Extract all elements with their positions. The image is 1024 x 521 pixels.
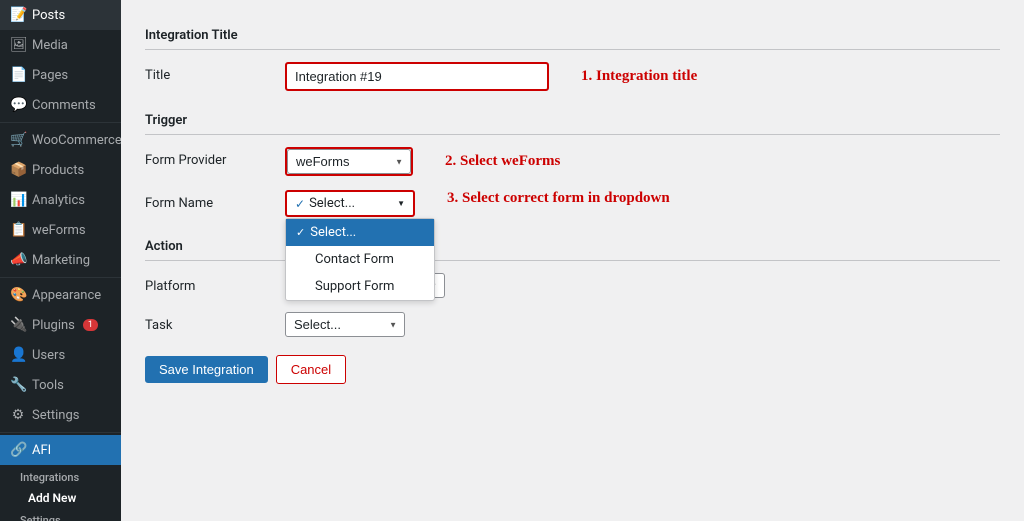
annotation-2: 2. Select weForms — [445, 153, 560, 170]
dropdown-item-support-form[interactable]: Support Form — [286, 273, 434, 300]
sidebar-item-label: Users — [32, 348, 65, 363]
sidebar-item-plugins[interactable]: 🔌 Plugins 1 — [0, 310, 121, 340]
form-name-row: Form Name ✓ Select... ▼ ✓ Select... Cont… — [145, 190, 1000, 217]
integration-title-section: Integration Title — [145, 20, 1000, 49]
analytics-icon: 📊 — [10, 192, 26, 208]
form-buttons: Save Integration Cancel — [145, 355, 1000, 384]
sidebar-item-label: Analytics — [32, 193, 85, 208]
trigger-section: Trigger — [145, 105, 1000, 134]
form-provider-control: weForms Gravity Forms Contact Form 7 2. … — [285, 147, 1000, 176]
woocommerce-icon: 🛒 — [10, 132, 26, 148]
title-row: Title 1. Integration title — [145, 62, 1000, 91]
pages-icon: 📄 — [10, 67, 26, 83]
sidebar-item-settings[interactable]: ⚙ Settings — [0, 400, 121, 430]
title-input-wrap — [285, 62, 549, 91]
sidebar-item-products[interactable]: 📦 Products — [0, 155, 121, 185]
main-content: Integration Title Title 1. Integration t… — [121, 0, 1024, 521]
submenu-section-label: Integrations — [10, 465, 121, 486]
title-label: Title — [145, 62, 285, 83]
sidebar-item-label: Products — [32, 163, 84, 178]
sidebar-item-label: Tools — [32, 378, 64, 393]
sidebar-item-label: Settings — [32, 408, 79, 423]
marketing-icon: 📣 — [10, 252, 26, 268]
add-new-label: Add New — [28, 491, 76, 505]
sidebar-item-label: Pages — [32, 68, 68, 83]
form-name-dropdown-wrap: ✓ Select... ▼ ✓ Select... Contact Form — [285, 190, 415, 217]
weforms-icon: 📋 — [10, 222, 26, 238]
dropdown-item-label: Select... — [310, 225, 356, 240]
annotation-1: 1. Integration title — [581, 68, 697, 85]
sidebar-item-label: AFI — [32, 443, 51, 458]
chevron-down-icon: ▼ — [397, 199, 405, 208]
tools-icon: 🔧 — [10, 377, 26, 393]
sidebar-item-weforms[interactable]: 📋 weForms — [0, 215, 121, 245]
sidebar-item-label: Plugins — [32, 318, 75, 333]
media-icon: 🖼 — [10, 37, 26, 53]
dropdown-item-label: Support Form — [315, 279, 394, 294]
form-name-control: ✓ Select... ▼ ✓ Select... Contact Form — [285, 190, 1000, 217]
products-icon: 📦 — [10, 162, 26, 178]
sidebar-item-pages[interactable]: 📄 Pages — [0, 60, 121, 90]
form-provider-row: Form Provider weForms Gravity Forms Cont… — [145, 147, 1000, 176]
platform-row: Platform Select... Mailchimp ActiveCampa… — [145, 273, 1000, 298]
sidebar-item-afi[interactable]: 🔗 AFI — [0, 435, 121, 465]
sidebar-item-label: Marketing — [32, 253, 90, 268]
posts-icon: 📝 — [10, 7, 26, 23]
task-label: Task — [145, 312, 285, 333]
sidebar-item-label: WooCommerce — [32, 133, 121, 148]
sidebar: 📝 Posts 🖼 Media 📄 Pages 💬 Comments 🛒 Woo… — [0, 0, 121, 521]
sidebar-item-analytics[interactable]: 📊 Analytics — [0, 185, 121, 215]
sidebar-item-label: Posts — [32, 8, 65, 23]
form-name-value: Select... — [309, 196, 355, 211]
sidebar-item-users[interactable]: 👤 Users — [0, 340, 121, 370]
dropdown-item-label: Contact Form — [315, 252, 394, 267]
form-provider-select-wrap: weForms Gravity Forms Contact Form 7 — [285, 147, 413, 176]
form-name-dropdown-list: ✓ Select... Contact Form Support Form — [285, 218, 435, 301]
sidebar-item-posts[interactable]: 📝 Posts — [0, 0, 121, 30]
form-name-button[interactable]: ✓ Select... ▼ — [285, 190, 415, 217]
sidebar-item-woocommerce[interactable]: 🛒 WooCommerce — [0, 125, 121, 155]
title-control-wrap: 1. Integration title — [285, 62, 1000, 91]
cancel-button[interactable]: Cancel — [276, 355, 346, 384]
sidebar-submenu: Integrations Add New Settings ↳ Contact … — [0, 465, 121, 521]
afi-icon: 🔗 — [10, 442, 26, 458]
sidebar-item-media[interactable]: 🖼 Media — [0, 30, 121, 60]
dropdown-item-select[interactable]: ✓ Select... — [286, 219, 434, 246]
form-name-checkmark: ✓ — [295, 197, 305, 211]
sidebar-item-tools[interactable]: 🔧 Tools — [0, 370, 121, 400]
sidebar-item-appearance[interactable]: 🎨 Appearance — [0, 280, 121, 310]
sidebar-submenu-add-new[interactable]: Add New — [10, 486, 121, 510]
plugins-badge: 1 — [83, 319, 98, 331]
task-select[interactable]: Select... Subscribe Unsubscribe — [285, 312, 405, 337]
appearance-icon: 🎨 — [10, 287, 26, 303]
task-row: Task Select... Subscribe Unsubscribe — [145, 312, 1000, 337]
dropdown-item-contact-form[interactable]: Contact Form — [286, 246, 434, 273]
sidebar-item-comments[interactable]: 💬 Comments — [0, 90, 121, 120]
task-select-wrap: Select... Subscribe Unsubscribe — [285, 312, 405, 337]
form-provider-select[interactable]: weForms Gravity Forms Contact Form 7 — [287, 149, 411, 174]
action-section: Action — [145, 231, 1000, 260]
settings-icon: ⚙ — [10, 407, 26, 423]
task-control: Select... Subscribe Unsubscribe — [285, 312, 1000, 337]
title-input[interactable] — [287, 64, 547, 89]
users-icon: 👤 — [10, 347, 26, 363]
sidebar-item-label: Appearance — [32, 288, 101, 303]
sidebar-item-label: Media — [32, 38, 68, 53]
sidebar-item-marketing[interactable]: 📣 Marketing — [0, 245, 121, 275]
platform-label: Platform — [145, 273, 285, 294]
comments-icon: 💬 — [10, 97, 26, 113]
save-integration-button[interactable]: Save Integration — [145, 356, 268, 383]
sidebar-item-label: Comments — [32, 98, 96, 113]
submenu-settings-label: Settings — [10, 510, 121, 521]
sidebar-item-label: weForms — [32, 223, 86, 238]
form-name-label: Form Name — [145, 190, 285, 211]
plugins-icon: 🔌 — [10, 317, 26, 333]
annotation-3: 3. Select correct form in dropdown — [447, 190, 670, 207]
form-provider-label: Form Provider — [145, 147, 285, 168]
checkmark-icon: ✓ — [296, 226, 305, 239]
